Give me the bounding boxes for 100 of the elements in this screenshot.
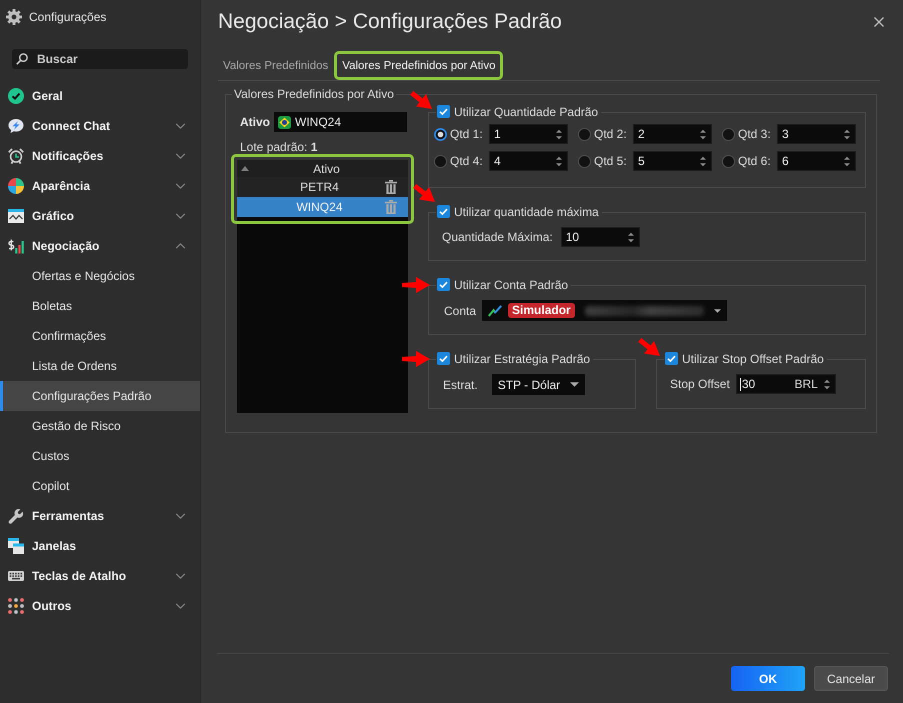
radio-label: Qtd 4: bbox=[450, 154, 484, 168]
dollar-chart-icon bbox=[8, 238, 24, 254]
table-row[interactable]: WINQ24 bbox=[237, 197, 408, 217]
trash-icon[interactable] bbox=[385, 180, 397, 194]
nav-item[interactable]: Notificações bbox=[0, 141, 200, 171]
radio-button[interactable] bbox=[578, 128, 591, 140]
column-header[interactable]: Ativo bbox=[237, 160, 408, 177]
search-field[interactable]: Buscar bbox=[12, 49, 188, 69]
nav-item[interactable]: Aparência bbox=[0, 171, 200, 201]
tab[interactable]: Valores Predefinidos por Ativo bbox=[337, 54, 500, 79]
nav-subitem[interactable]: Boletas bbox=[0, 291, 200, 321]
chevron-down-icon[interactable] bbox=[175, 183, 186, 189]
quantity-field[interactable]: 1 bbox=[489, 124, 568, 144]
windows-icon bbox=[8, 538, 24, 554]
nav-subitem[interactable]: Ofertas e Negócios bbox=[0, 261, 200, 291]
quantity-field[interactable]: 6 bbox=[777, 151, 856, 171]
nav-item[interactable]: Outros bbox=[0, 591, 200, 621]
group-legend: Valores Predefinidos por Ativo bbox=[232, 86, 396, 102]
checkbox[interactable] bbox=[437, 205, 450, 218]
radio-label: Qtd 1: bbox=[450, 127, 484, 141]
chevron-down-icon[interactable] bbox=[175, 213, 186, 219]
spinner-icon[interactable] bbox=[628, 232, 634, 242]
zigzag-logo-icon bbox=[488, 304, 502, 316]
checkbox[interactable] bbox=[437, 105, 450, 118]
nav-item[interactable]: Gráfico bbox=[0, 201, 200, 231]
nav-subitem[interactable]: Custos bbox=[0, 441, 200, 471]
nav-subitem[interactable]: Copilot bbox=[0, 471, 200, 501]
nav-subitem[interactable]: Confirmações bbox=[0, 321, 200, 351]
dialog-title: Negociação > Configurações Padrão bbox=[218, 10, 562, 34]
spinner-icon[interactable] bbox=[824, 378, 830, 390]
chart-window-icon bbox=[8, 208, 24, 224]
ok-button[interactable]: OK bbox=[731, 666, 805, 691]
field-label: Quantidade Máxima: bbox=[442, 230, 553, 244]
flag-icon bbox=[278, 116, 291, 128]
unit-label: BRL bbox=[794, 377, 818, 391]
dots-grid-icon bbox=[8, 598, 24, 614]
spinner-icon[interactable] bbox=[844, 156, 850, 166]
field-label: Stop Offset bbox=[670, 377, 730, 391]
nav-item[interactable]: Ferramentas bbox=[0, 501, 200, 531]
caret-icon[interactable] bbox=[570, 382, 579, 387]
caret-icon[interactable] bbox=[714, 308, 722, 312]
close-icon[interactable] bbox=[874, 17, 884, 27]
checkbox[interactable] bbox=[437, 278, 450, 291]
radio-button[interactable] bbox=[722, 154, 735, 168]
radio-button[interactable] bbox=[434, 154, 447, 168]
offset-field[interactable]: 30 BRL bbox=[736, 374, 836, 394]
checkbox-label: Utilizar quantidade máxima bbox=[454, 205, 599, 219]
spinner-icon[interactable] bbox=[700, 128, 706, 140]
spinner-icon[interactable] bbox=[556, 156, 562, 166]
quantity-field[interactable]: 3 bbox=[777, 124, 856, 144]
quantity-field[interactable]: 4 bbox=[489, 151, 568, 171]
checkbox-label: Utilizar Estratégia Padrão bbox=[454, 352, 590, 366]
spinner-icon[interactable] bbox=[556, 128, 562, 140]
chat-bubble-icon bbox=[8, 118, 24, 134]
color-wheel-icon bbox=[8, 178, 24, 194]
chevron-down-icon[interactable] bbox=[175, 153, 186, 159]
tab[interactable]: Valores Predefinidos bbox=[218, 54, 334, 79]
checkbox-label: Utilizar Quantidade Padrão bbox=[454, 105, 598, 119]
radio-label: Qtd 2: bbox=[594, 127, 628, 141]
asset-field[interactable]: WINQ24 bbox=[274, 112, 407, 132]
nav-item[interactable]: Connect Chat bbox=[0, 111, 200, 141]
chevron-up-icon[interactable] bbox=[175, 243, 186, 249]
chevron-down-icon[interactable] bbox=[175, 603, 186, 609]
checkbox[interactable] bbox=[665, 352, 678, 365]
nav-item[interactable]: Janelas bbox=[0, 531, 200, 561]
default-lot-text: Lote padrão: 1 bbox=[239, 139, 318, 155]
number-field[interactable]: 10 bbox=[560, 227, 640, 247]
account-badge: Simulador bbox=[508, 303, 575, 318]
alarm-clock-icon bbox=[8, 148, 24, 164]
nav-item[interactable]: Negociação bbox=[0, 231, 200, 261]
keyboard-icon bbox=[8, 568, 24, 584]
radio-label: Qtd 6: bbox=[738, 154, 772, 168]
nav-item[interactable]: Geral bbox=[0, 81, 200, 111]
quantity-field[interactable]: 5 bbox=[633, 151, 712, 171]
field-label: Ativo bbox=[239, 115, 270, 129]
spinner-icon[interactable] bbox=[844, 128, 850, 140]
nav-subitem[interactable]: Lista de Ordens bbox=[0, 351, 200, 381]
nav-subitem[interactable]: Gestão de Risco bbox=[0, 411, 200, 441]
table-row[interactable]: PETR4 bbox=[237, 177, 408, 197]
radio-button[interactable] bbox=[578, 154, 591, 168]
chevron-down-icon[interactable] bbox=[175, 513, 186, 519]
radio-label: Qtd 3: bbox=[738, 127, 772, 141]
gear-icon bbox=[6, 9, 22, 25]
checkbox-label: Utilizar Conta Padrão bbox=[454, 278, 568, 292]
radio-button[interactable] bbox=[434, 128, 447, 140]
chevron-down-icon[interactable] bbox=[175, 123, 186, 129]
cancel-button[interactable]: Cancelar bbox=[814, 666, 888, 691]
strategy-dropdown[interactable]: STP - Dólar bbox=[492, 374, 585, 395]
quantity-field[interactable]: 2 bbox=[633, 124, 712, 144]
sort-icon bbox=[241, 166, 249, 171]
chevron-down-icon[interactable] bbox=[175, 573, 186, 579]
radio-button[interactable] bbox=[722, 128, 735, 140]
wrench-icon bbox=[8, 508, 24, 524]
nav-subitem[interactable]: Configurações Padrão bbox=[0, 381, 200, 411]
radio-label: Qtd 5: bbox=[594, 154, 628, 168]
account-dropdown[interactable]: Simulador bbox=[482, 300, 728, 321]
sidebar-title: Configurações bbox=[29, 10, 106, 24]
nav-item[interactable]: Teclas de Atalho bbox=[0, 561, 200, 591]
checkbox[interactable] bbox=[437, 352, 450, 365]
spinner-icon[interactable] bbox=[700, 156, 706, 166]
